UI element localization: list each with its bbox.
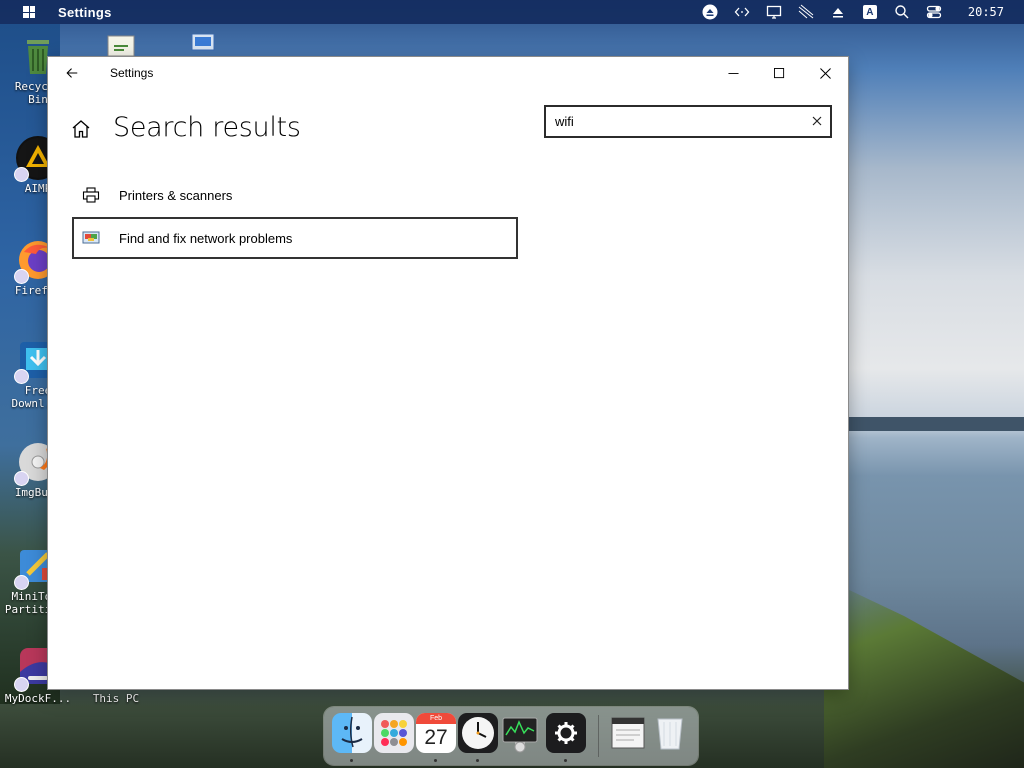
clear-search-icon[interactable] xyxy=(810,114,824,128)
desktop-icon-label: MyDockF... xyxy=(4,692,72,705)
home-icon xyxy=(72,120,90,138)
monitor-icon[interactable] xyxy=(766,4,782,20)
running-indicator xyxy=(350,759,353,762)
eject-icon[interactable] xyxy=(702,4,718,20)
active-app-name: Settings xyxy=(58,4,112,20)
printer-icon xyxy=(82,186,100,204)
running-indicator xyxy=(476,759,479,762)
activity-monitor-icon[interactable] xyxy=(500,713,540,753)
settings-window: Settings Search results Printers & scann… xyxy=(48,57,848,689)
page-title: Search results xyxy=(113,112,301,143)
keyboard-indicator: A xyxy=(862,5,877,19)
back-button[interactable] xyxy=(56,57,88,89)
dock: Feb 27 xyxy=(324,707,698,765)
calendar-day: 27 xyxy=(424,726,448,749)
system-tray: A 20:57 xyxy=(694,0,1024,24)
search-box xyxy=(544,105,832,138)
maximize-button[interactable] xyxy=(756,57,802,89)
title-bar: Settings xyxy=(48,57,848,89)
network-icon[interactable] xyxy=(798,4,814,20)
result-label: Find and fix network problems xyxy=(119,230,293,246)
keyboard-layout-icon[interactable]: A xyxy=(862,4,878,20)
result-label: Printers & scanners xyxy=(119,187,233,203)
control-center-icon[interactable] xyxy=(926,4,942,20)
upload-icon[interactable] xyxy=(830,4,846,20)
top-menu-bar: Settings A 20:57 xyxy=(0,0,1024,24)
running-indicator xyxy=(564,759,567,762)
back-arrow-icon xyxy=(66,68,78,78)
settings-app-icon[interactable] xyxy=(546,713,586,753)
home-button[interactable] xyxy=(70,118,92,140)
desktop-icon-label: This PC xyxy=(92,692,140,705)
running-indicator xyxy=(434,759,437,762)
network-troubleshooter-icon xyxy=(82,229,100,247)
minimize-icon xyxy=(727,72,739,74)
clock-app-icon[interactable] xyxy=(458,713,498,753)
result-printers-scanners[interactable]: Printers & scanners xyxy=(72,174,518,216)
calendar-month: Feb xyxy=(416,713,456,724)
dock-separator xyxy=(598,715,599,757)
maximize-icon xyxy=(773,67,784,78)
search-icon[interactable] xyxy=(894,4,910,20)
finder-icon[interactable] xyxy=(332,713,372,753)
file-manager-icon[interactable] xyxy=(608,713,648,753)
trash-icon[interactable] xyxy=(650,713,690,753)
calendar-icon[interactable]: Feb 27 xyxy=(416,713,456,753)
window-title: Settings xyxy=(110,66,154,80)
code-icon[interactable] xyxy=(734,4,750,20)
launchpad-icon[interactable] xyxy=(374,713,414,753)
search-input[interactable] xyxy=(555,111,795,131)
clock: 20:57 xyxy=(967,5,1004,19)
close-button[interactable] xyxy=(802,57,848,89)
windows-logo-icon[interactable] xyxy=(23,6,35,18)
minimize-button[interactable] xyxy=(710,57,756,89)
close-icon xyxy=(819,67,831,79)
result-find-fix-network[interactable]: Find and fix network problems xyxy=(72,217,518,259)
